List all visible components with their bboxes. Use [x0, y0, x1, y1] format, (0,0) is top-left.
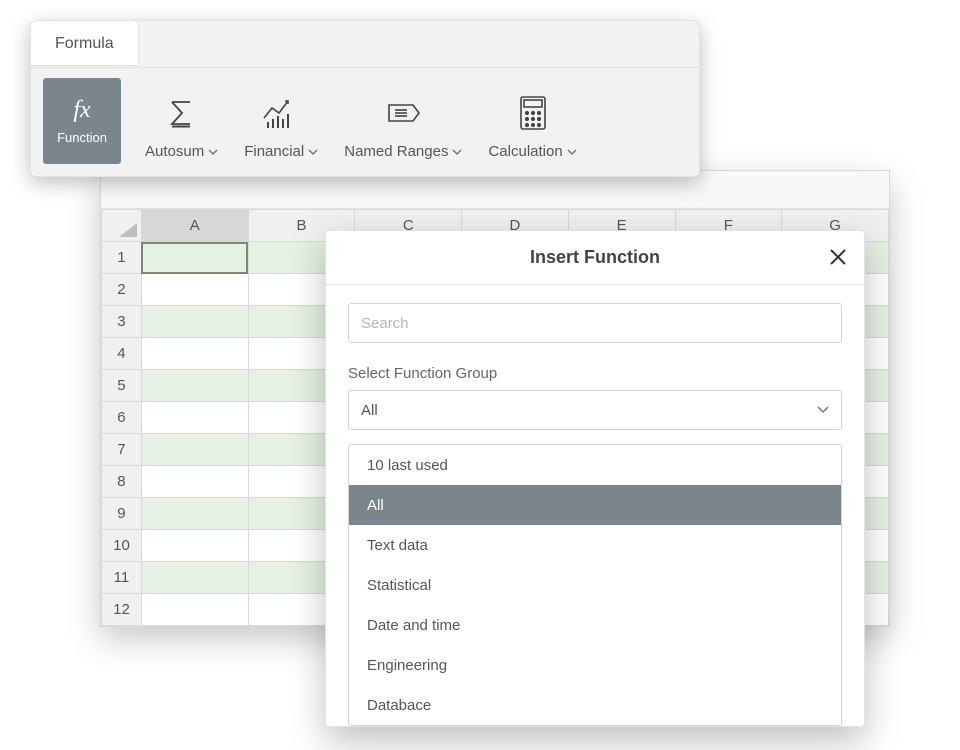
financial-label: Financial — [244, 143, 304, 160]
row-header[interactable]: 10 — [102, 530, 142, 562]
chevron-down-icon — [452, 149, 462, 155]
function-button[interactable]: fx Function — [43, 78, 121, 164]
row-header[interactable]: 8 — [102, 466, 142, 498]
row-header[interactable]: 7 — [102, 434, 142, 466]
cell[interactable] — [141, 242, 248, 274]
group-select[interactable]: All — [348, 390, 842, 430]
cell[interactable] — [141, 594, 248, 626]
search-input[interactable] — [348, 303, 842, 343]
row-header[interactable]: 1 — [102, 242, 142, 274]
group-option[interactable]: Engineering — [349, 645, 841, 685]
function-button-label: Function — [57, 130, 107, 145]
cell[interactable] — [141, 466, 248, 498]
cell[interactable] — [141, 434, 248, 466]
group-options-list: 10 last usedAllText dataStatisticalDate … — [348, 444, 842, 726]
group-option[interactable]: Databace — [349, 685, 841, 725]
ribbon-body: fx Function Autosum — [31, 67, 699, 176]
dialog-title: Insert Function — [530, 247, 660, 268]
named-ranges-label: Named Ranges — [344, 143, 448, 160]
group-option[interactable]: Text data — [349, 525, 841, 565]
row-header[interactable]: 5 — [102, 370, 142, 402]
cell[interactable] — [141, 530, 248, 562]
row-header[interactable]: 3 — [102, 306, 142, 338]
calculator-icon — [518, 93, 548, 133]
chevron-down-icon — [208, 149, 218, 155]
col-header[interactable]: A — [141, 210, 248, 242]
cell[interactable] — [141, 274, 248, 306]
chart-icon — [261, 93, 301, 133]
row-header[interactable]: 11 — [102, 562, 142, 594]
select-all-corner[interactable] — [102, 210, 142, 242]
cell[interactable] — [141, 370, 248, 402]
chevron-down-icon — [308, 149, 318, 155]
tag-icon — [383, 93, 423, 133]
row-header[interactable]: 4 — [102, 338, 142, 370]
group-option[interactable]: Date and time — [349, 605, 841, 645]
cell[interactable] — [141, 338, 248, 370]
chevron-down-icon — [817, 406, 829, 414]
financial-button[interactable]: Financial — [242, 78, 320, 164]
cell[interactable] — [141, 498, 248, 530]
formula-ribbon: Formula fx Function Autosum — [30, 20, 700, 177]
named-ranges-button[interactable]: Named Ranges — [342, 78, 464, 164]
cell[interactable] — [141, 402, 248, 434]
row-header[interactable]: 12 — [102, 594, 142, 626]
close-button[interactable] — [826, 245, 850, 269]
calculation-button[interactable]: Calculation — [486, 78, 578, 164]
group-option[interactable]: All — [349, 485, 841, 525]
dialog-header: Insert Function — [326, 231, 864, 285]
cell[interactable] — [141, 306, 248, 338]
row-header[interactable]: 6 — [102, 402, 142, 434]
group-select-value: All — [361, 402, 378, 419]
close-icon — [826, 245, 850, 269]
tab-formula[interactable]: Formula — [30, 20, 139, 66]
sigma-icon — [165, 93, 199, 133]
group-option[interactable]: Statistical — [349, 565, 841, 605]
group-option[interactable]: 10 last used — [349, 445, 841, 485]
group-label: Select Function Group — [348, 365, 842, 382]
fx-icon: fx — [73, 97, 90, 124]
row-header[interactable]: 9 — [102, 498, 142, 530]
insert-function-dialog: Insert Function Select Function Group Al… — [325, 230, 865, 727]
autosum-button[interactable]: Autosum — [143, 78, 220, 164]
row-header[interactable]: 2 — [102, 274, 142, 306]
cell[interactable] — [141, 562, 248, 594]
chevron-down-icon — [567, 149, 577, 155]
autosum-label: Autosum — [145, 143, 204, 160]
calculation-label: Calculation — [488, 143, 562, 160]
